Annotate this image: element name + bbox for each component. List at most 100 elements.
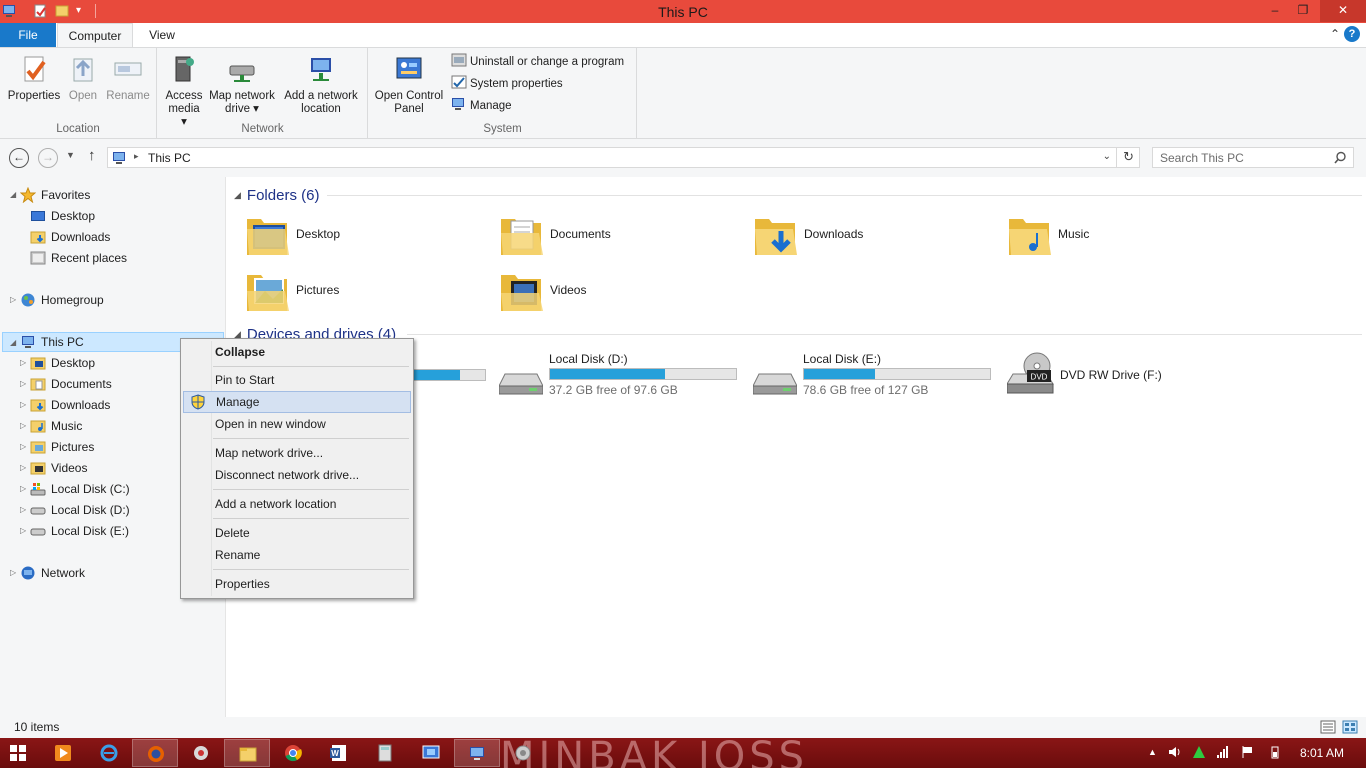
up-button[interactable]: ↑	[88, 147, 96, 164]
back-button[interactable]: ←	[9, 148, 29, 168]
signal-icon[interactable]	[1216, 745, 1230, 759]
taskbar-this-pc[interactable]	[454, 739, 500, 767]
taskbar-chrome[interactable]	[270, 739, 316, 767]
drive-d[interactable]: Local Disk (D:) 37.2 GB free of 97.6 GB	[499, 352, 749, 406]
help-icon[interactable]: ?	[1344, 26, 1360, 42]
address-bar[interactable]: ▸ This PC ⌄ ↻	[107, 147, 1140, 168]
taskbar-media-player[interactable]	[40, 739, 86, 767]
forward-button[interactable]: →	[38, 148, 58, 168]
address-dropdown[interactable]: ⌄	[1103, 151, 1111, 162]
menu-item-map-network-drive[interactable]: Map network drive...	[183, 442, 411, 464]
refresh-button[interactable]: ↻	[1123, 149, 1134, 165]
breadcrumb-chevron-icon[interactable]: ▸	[134, 151, 139, 162]
search-input[interactable]: Search This PC	[1160, 151, 1244, 165]
ribbon-group-label-system: System	[483, 123, 522, 135]
collapsed-arrow-icon[interactable]: ▷	[10, 290, 20, 310]
collapsed-arrow-icon[interactable]: ▷	[10, 563, 20, 583]
nav-homegroup[interactable]: ▷ Homegroup	[0, 290, 224, 310]
collapsed-arrow-icon[interactable]: ▷	[20, 437, 30, 457]
clock[interactable]: 8:01 AM	[1300, 746, 1344, 760]
add-network-label-1: Add a network	[284, 90, 358, 102]
volume-icon[interactable]	[1168, 745, 1182, 759]
drive-e[interactable]: Local Disk (E:) 78.6 GB free of 127 GB	[753, 352, 1003, 406]
nav-label: Downloads	[51, 398, 111, 412]
tab-view[interactable]: View	[135, 23, 189, 47]
network-tray-icon[interactable]	[1192, 745, 1206, 759]
taskbar-app[interactable]	[178, 739, 224, 767]
manage-button[interactable]: Manage	[451, 96, 512, 116]
title-bar: ▾ This PC – ❐ ✕	[0, 0, 1366, 23]
folder-downloads[interactable]: Downloads	[753, 209, 1003, 263]
maximize-button[interactable]: ❐	[1288, 0, 1318, 22]
add-network-location-button[interactable]: Add a network location	[280, 54, 362, 116]
recent-locations-dropdown[interactable]: ▼	[66, 150, 75, 160]
taskbar-remote-desktop[interactable]	[408, 739, 454, 767]
nav-favorites-desktop[interactable]: Desktop	[0, 206, 224, 226]
menu-item-pin-to-start[interactable]: Pin to Start	[183, 369, 411, 391]
menu-separator	[213, 366, 409, 367]
properties-button[interactable]: Properties	[6, 54, 62, 103]
folder-name: Pictures	[296, 283, 340, 297]
taskbar-app-2[interactable]	[500, 739, 546, 767]
collapsed-arrow-icon[interactable]: ▷	[20, 458, 30, 478]
system-properties-label: System properties	[470, 78, 563, 90]
nav-favorites[interactable]: ◢ Favorites	[0, 185, 224, 205]
nav-favorites-downloads[interactable]: Downloads	[0, 227, 224, 247]
minimize-button[interactable]: –	[1260, 0, 1290, 22]
search-box[interactable]: Search This PC	[1152, 147, 1354, 168]
menu-item-collapse[interactable]: Collapse	[183, 341, 411, 363]
large-icons-view-icon[interactable]	[1342, 720, 1358, 734]
close-button[interactable]: ✕	[1320, 0, 1366, 22]
drive-dvd-f[interactable]: DVD DVD RW Drive (F:)	[1007, 352, 1257, 406]
nav-favorites-recent-places[interactable]: Recent places	[0, 248, 224, 268]
folder-music[interactable]: Music	[1007, 209, 1257, 263]
system-properties-button[interactable]: System properties	[451, 74, 563, 94]
expanded-arrow-icon[interactable]: ◢	[10, 185, 20, 205]
show-hidden-icons[interactable]: ▲	[1148, 745, 1162, 759]
collapse-ribbon-icon[interactable]: ⌃	[1330, 27, 1340, 41]
collapsed-arrow-icon[interactable]: ▷	[20, 416, 30, 436]
section-divider	[327, 195, 1362, 196]
menu-item-manage[interactable]: Manage	[183, 391, 411, 413]
folder-desktop[interactable]: Desktop	[245, 209, 495, 263]
collapsed-arrow-icon[interactable]: ▷	[20, 521, 30, 541]
rename-button[interactable]: Rename	[104, 54, 152, 103]
folder-documents[interactable]: Documents	[499, 209, 749, 263]
menu-item-delete[interactable]: Delete	[183, 522, 411, 544]
expanded-arrow-icon[interactable]: ◢	[10, 333, 20, 353]
access-media-button[interactable]: Access media ▾	[164, 54, 204, 129]
folder-pictures[interactable]: Pictures	[245, 265, 495, 319]
taskbar-calculator[interactable]	[362, 739, 408, 767]
ribbon-group-label-network: Network	[241, 123, 284, 135]
folder-videos[interactable]: Videos	[499, 265, 749, 319]
collapsed-arrow-icon[interactable]: ▷	[20, 479, 30, 499]
battery-icon[interactable]	[1268, 745, 1282, 759]
taskbar-firefox[interactable]	[132, 739, 178, 767]
tab-file[interactable]: File	[0, 23, 56, 47]
collapsed-arrow-icon[interactable]: ▷	[20, 374, 30, 394]
tab-computer[interactable]: Computer	[57, 23, 133, 48]
folder-name: Music	[1058, 227, 1090, 241]
taskbar-file-explorer[interactable]	[224, 739, 270, 767]
map-network-drive-button[interactable]: Map network drive ▾	[206, 54, 278, 116]
taskbar-internet-explorer[interactable]	[86, 739, 132, 767]
taskbar-word[interactable]: W	[316, 739, 362, 767]
open-control-panel-button[interactable]: Open Control Panel	[373, 54, 445, 116]
breadcrumb[interactable]: This PC	[148, 151, 191, 165]
menu-item-rename[interactable]: Rename	[183, 544, 411, 566]
collapsed-arrow-icon[interactable]: ▷	[20, 395, 30, 415]
uninstall-program-button[interactable]: Uninstall or change a program	[451, 52, 624, 72]
ribbon-group-system: Open Control Panel Uninstall or change a…	[369, 48, 637, 138]
open-button[interactable]: Open	[64, 54, 102, 103]
details-view-icon[interactable]	[1320, 720, 1336, 734]
menu-item-disconnect-network-drive[interactable]: Disconnect network drive...	[183, 464, 411, 486]
menu-item-add-network-location[interactable]: Add a network location	[183, 493, 411, 515]
desktop-folder-icon	[247, 219, 289, 255]
menu-item-properties[interactable]: Properties	[183, 573, 411, 595]
menu-item-open-new-window[interactable]: Open in new window	[183, 413, 411, 435]
folders-header[interactable]: ◢ Folders (6)	[234, 185, 319, 205]
collapsed-arrow-icon[interactable]: ▷	[20, 500, 30, 520]
windows-start-icon[interactable]	[10, 745, 26, 761]
action-center-flag-icon[interactable]	[1240, 745, 1254, 759]
collapsed-arrow-icon[interactable]: ▷	[20, 353, 30, 373]
